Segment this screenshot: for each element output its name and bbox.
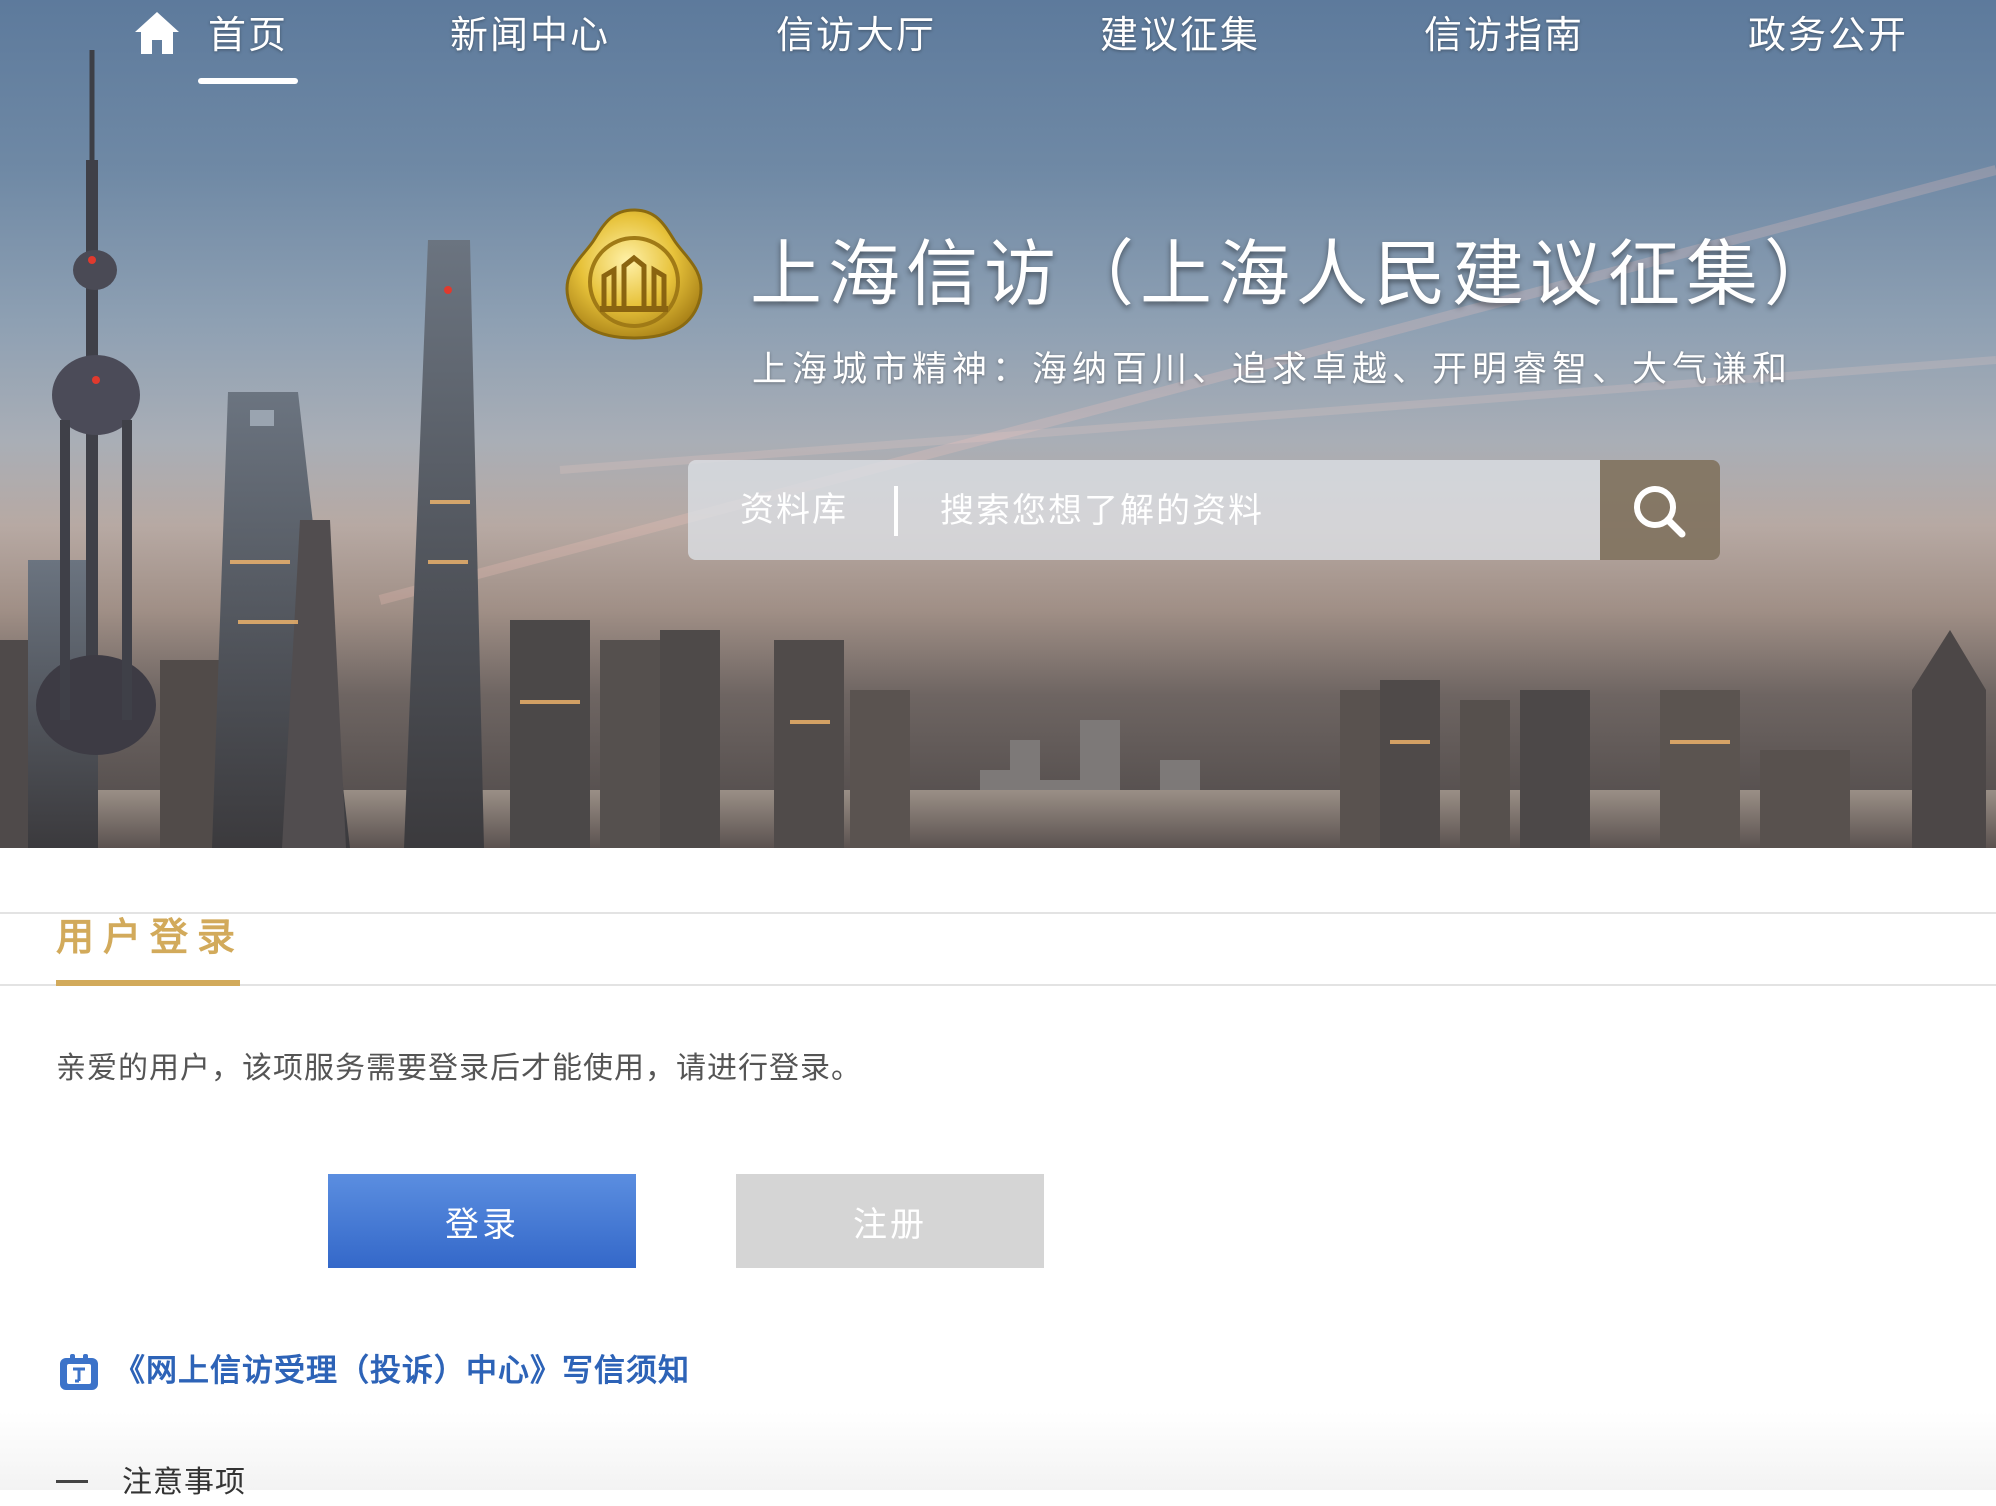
writing-notice-text: 《网上信访受理（投诉）中心》写信须知: [114, 1353, 690, 1389]
site-title: 上海信访（上海人民建议征集）: [750, 232, 1843, 316]
bottom-fade: [0, 1412, 1996, 1490]
site-subtitle: 上海城市精神：海纳百川、追求卓越、开明睿智、大气谦和: [752, 350, 1793, 390]
hero-banner: 首页 新闻中心 信访大厅 建议征集 信访指南 政务公开 上海信访（上海人民建议征…: [0, 0, 1996, 848]
home-icon[interactable]: [132, 8, 182, 58]
search-button[interactable]: [1600, 460, 1720, 560]
nav-item-suggestions[interactable]: 建议征集: [1100, 6, 1260, 64]
register-button[interactable]: 注册: [736, 1174, 1044, 1268]
notes-heading: 注意事项: [122, 1465, 246, 1500]
nav-item-gov-affairs[interactable]: 政务公开: [1748, 6, 1908, 64]
section-title-underline: [56, 980, 240, 986]
main-nav: 首页 新闻中心 信访大厅 建议征集 信访指南 政务公开: [0, 0, 1996, 90]
nav-active-indicator: [198, 78, 298, 84]
skyline-background: [0, 50, 1996, 848]
nav-item-home[interactable]: 首页: [208, 6, 288, 64]
notes-dash: [56, 1480, 88, 1483]
nav-item-petition-hall[interactable]: 信访大厅: [776, 6, 936, 64]
login-section-title: 用户登录: [56, 915, 245, 959]
document-icon: [60, 1354, 98, 1390]
login-required-message: 亲爱的用户，该项服务需要登录后才能使用，请进行登录。: [56, 1051, 862, 1086]
section-top-divider: [0, 912, 1996, 914]
search-category[interactable]: 资料库: [740, 460, 848, 560]
search-icon: [1634, 486, 1686, 538]
nav-item-news[interactable]: 新闻中心: [450, 6, 610, 64]
site-emblem: [565, 208, 703, 340]
section-tab-divider: [0, 984, 1996, 986]
search-divider: [894, 486, 898, 536]
nav-item-guide[interactable]: 信访指南: [1424, 6, 1584, 64]
search-input[interactable]: [938, 480, 1562, 542]
login-button[interactable]: 登录: [328, 1174, 636, 1268]
search-bar: 资料库: [688, 460, 1600, 560]
